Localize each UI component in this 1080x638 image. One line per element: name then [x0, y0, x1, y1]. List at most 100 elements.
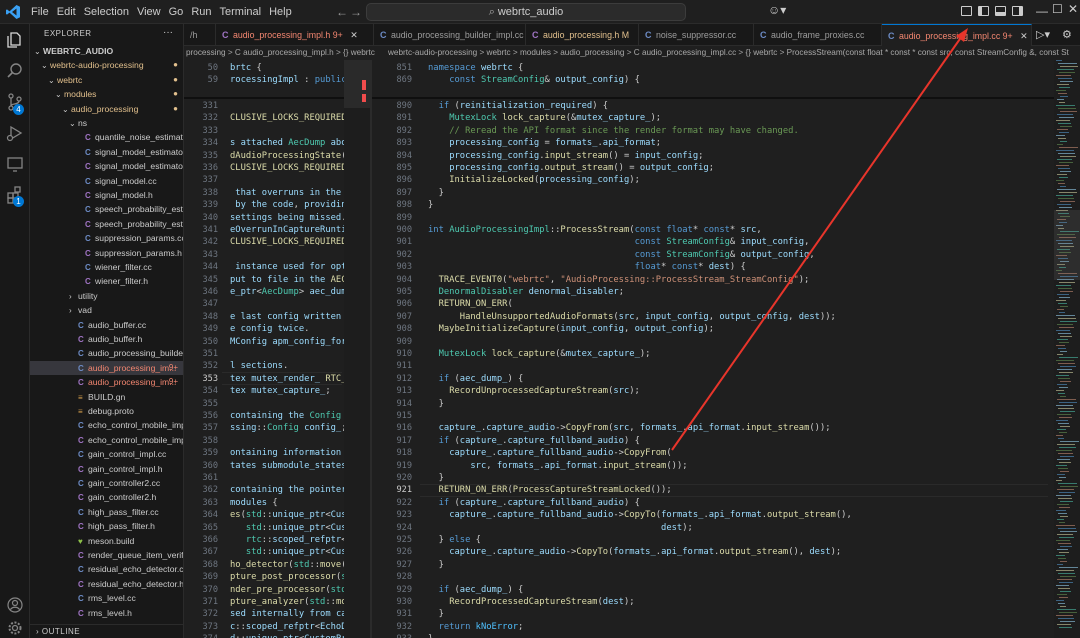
code-line[interactable]: dest); — [428, 522, 693, 534]
close-icon[interactable]: ✕ — [1020, 31, 1027, 41]
code-line[interactable]: capture_.capture_audio->CopyFrom(src, fo… — [428, 422, 831, 434]
code-line[interactable]: RecordUnprocessedCaptureStream(src); — [428, 385, 640, 397]
minimize-icon[interactable]: — — [1036, 4, 1048, 18]
tree-file[interactable]: Cquantile_noise_estimator.h — [30, 130, 183, 144]
menu-edit[interactable]: Edit — [53, 0, 80, 24]
code-line[interactable]: int AudioProcessingImpl::ProcessStream(c… — [428, 224, 762, 236]
tree-file[interactable]: Cresidual_echo_detector.h — [30, 577, 183, 591]
code-line[interactable]: MutexLock lock_capture(&mutex_capture_); — [428, 348, 651, 360]
settings-gear-icon[interactable] — [7, 620, 23, 636]
command-center-search[interactable]: ⌕ webrtc_audio — [366, 3, 686, 21]
tree-file[interactable]: Cspeech_probability_estima... — [30, 202, 183, 216]
tree-file[interactable]: Cwiener_filter.cc — [30, 260, 183, 274]
copilot-icon[interactable]: ☺▾ — [768, 3, 786, 17]
tree-file[interactable]: ♥ meson.build — [30, 534, 183, 548]
toggle-secondary-sidebar-icon[interactable] — [1012, 6, 1023, 16]
code-line[interactable]: rtc::scoped_refptr<Ech — [230, 534, 363, 546]
menu-go[interactable]: Go — [165, 0, 188, 24]
tree-file[interactable]: Cresidual_echo_detector.cc — [30, 562, 183, 576]
code-line[interactable]: capture_.capture_audio->CopyTo(formats_.… — [428, 546, 841, 558]
code-line[interactable]: ontaining information abo — [230, 447, 362, 459]
code-line[interactable]: tex mutex_render_ RTC_ACQ — [230, 373, 362, 385]
code-line[interactable]: eOverrunInCaptureRuntimeS — [230, 224, 362, 236]
code-line[interactable]: RecordProcessedCaptureStream(dest); — [428, 596, 634, 608]
minimap[interactable] — [1054, 60, 1080, 638]
editor-pane-left[interactable]: 50 59 331 332 333 334 335 336 337 338 339 340 341 342… — [184, 60, 370, 638]
code-line[interactable]: pture_analyzer(std::move( — [230, 596, 362, 608]
code-line[interactable]: put to file in the AEC-du — [230, 274, 362, 286]
tree-file[interactable]: Caudio_buffer.cc — [30, 318, 183, 332]
tree-file[interactable]: Csignal_model_estimator.cc — [30, 145, 183, 159]
code-line[interactable]: settings being missed. — [230, 212, 347, 224]
tree-folder[interactable]: › vad — [30, 303, 183, 317]
code-line[interactable]: MaybeInitializeCapture(input_config, out… — [428, 323, 714, 335]
code-line[interactable]: tates submodule_states_; — [230, 460, 357, 472]
tab-audio-processing-impl-h[interactable]: Caudio_processing_impl.h 9+ ✕ — [216, 24, 374, 46]
tree-file[interactable]: Cgain_control_impl.cc — [30, 447, 183, 461]
code-line[interactable]: ho_detector(std::move(ech — [230, 559, 362, 571]
toggle-primary-sidebar-icon[interactable] — [978, 6, 989, 16]
code-line[interactable]: ssing::Config config_; — [230, 422, 347, 434]
code-line[interactable]: const StreamConfig& output_config, — [428, 249, 815, 261]
tree-file[interactable]: Cgain_control_impl.h — [30, 462, 183, 476]
tree-file[interactable]: Crms_level.cc — [30, 591, 183, 605]
tab-noise-suppressor[interactable]: Cnoise_suppressor.cc — [639, 24, 754, 46]
menu-terminal[interactable]: Terminal — [216, 0, 266, 24]
code-line[interactable]: processing_config.input_stream() = input… — [428, 150, 703, 162]
editor-pane-right[interactable]: 851 869 890 891 892 893 894 895 896 897 898 899 900 9… — [372, 60, 1080, 638]
tab-audio-processing-builder-impl[interactable]: Caudio_processing_builder_impl.cc — [374, 24, 526, 46]
code-line[interactable]: modules { — [230, 497, 278, 509]
code-line[interactable]: std::unique_ptr<Custom — [230, 522, 363, 534]
tree-file[interactable]: Csuppression_params.cc — [30, 231, 183, 245]
code-line[interactable]: containing the Config spe — [230, 410, 362, 422]
code-line[interactable]: } — [428, 633, 433, 638]
tree-file[interactable]: Csignal_model.h — [30, 188, 183, 202]
code-line[interactable]: nder_pre_processor(std::m — [230, 584, 362, 596]
code-line[interactable]: e_ptr<AecDump> aec_dump_ — [230, 286, 357, 298]
code-line[interactable]: std::unique_ptr<Custom — [230, 546, 363, 558]
tree-folder[interactable]: ⌄ webrtc ● — [30, 73, 183, 87]
code-line[interactable]: } — [428, 199, 433, 211]
forward-arrow-icon[interactable]: → — [350, 4, 362, 20]
code-line[interactable]: } — [428, 608, 444, 620]
tab-partial[interactable]: /h — [184, 24, 216, 46]
code-line[interactable]: instance used for option — [230, 261, 362, 273]
code-line[interactable]: } — [428, 559, 444, 571]
breadcrumb-left[interactable]: processing > C audio_processing_impl.h >… — [186, 46, 375, 60]
code-line[interactable]: } — [428, 187, 444, 199]
tree-folder[interactable]: ⌄ ns — [30, 116, 183, 130]
back-arrow-icon[interactable]: ← — [336, 4, 348, 20]
tree-folder[interactable]: › utility — [30, 289, 183, 303]
code-line[interactable]: InitializeLocked(processing_config); — [428, 174, 640, 186]
minimap[interactable] — [344, 60, 370, 638]
tab-audio-processing-impl-cc[interactable]: Caudio_processing_impl.cc 9+ ✕ — [882, 24, 1032, 46]
code-line[interactable]: HandleUnsupportedAudioFormats(src, input… — [428, 311, 836, 323]
explorer-icon[interactable] — [5, 30, 25, 50]
tree-file[interactable]: Chigh_pass_filter.cc — [30, 505, 183, 519]
code-line[interactable]: that overruns in the cas — [230, 187, 362, 199]
code-line[interactable]: RETURN_ON_ERR( — [428, 298, 513, 310]
tree-file[interactable]: Csignal_model.cc — [30, 174, 183, 188]
sticky-code-line[interactable]: const StreamConfig& output_config) { — [428, 74, 640, 86]
code-line[interactable]: l sections. — [230, 360, 288, 372]
tree-file[interactable]: Chigh_pass_filter.h — [30, 519, 183, 533]
code-line[interactable]: pture_post_processor(std: — [230, 571, 362, 583]
menu-run[interactable]: Run — [187, 0, 215, 24]
tree-file[interactable]: Caudio_buffer.h — [30, 332, 183, 346]
maximize-icon[interactable]: ☐ — [1052, 2, 1063, 16]
code-line[interactable]: DenormalDisabler denormal_disabler; — [428, 286, 624, 298]
code-line[interactable]: return kNoError; — [428, 621, 524, 633]
tree-file[interactable]: Cecho_control_mobile_impl.h — [30, 433, 183, 447]
code-line[interactable]: capture_.capture_fullband_audio->CopyFro… — [428, 447, 671, 459]
sticky-code-line[interactable]: brtc { — [230, 62, 262, 74]
toggle-panel-icon[interactable] — [995, 6, 1006, 16]
tree-file[interactable]: Cgain_controller2.h — [30, 490, 183, 504]
code-line[interactable]: if (capture_.capture_fullband_audio) { — [428, 435, 640, 447]
code-line[interactable]: CLUSIVE_LOCKS_REQUIRED(mu — [230, 162, 362, 174]
code-line[interactable]: processing_config = formats_.api_format; — [428, 137, 661, 149]
tree-file[interactable]: Cgain_controller2.cc — [30, 476, 183, 490]
code-line[interactable]: tex mutex_capture_; — [230, 385, 331, 397]
code-line[interactable]: TRACE_EVENT0("webrtc", "AudioProcessing:… — [428, 274, 810, 286]
code-line[interactable]: src, formats_.api_format.input_stream())… — [428, 460, 687, 472]
tab-audio-processing-h[interactable]: Caudio_processing.h M — [526, 24, 639, 46]
